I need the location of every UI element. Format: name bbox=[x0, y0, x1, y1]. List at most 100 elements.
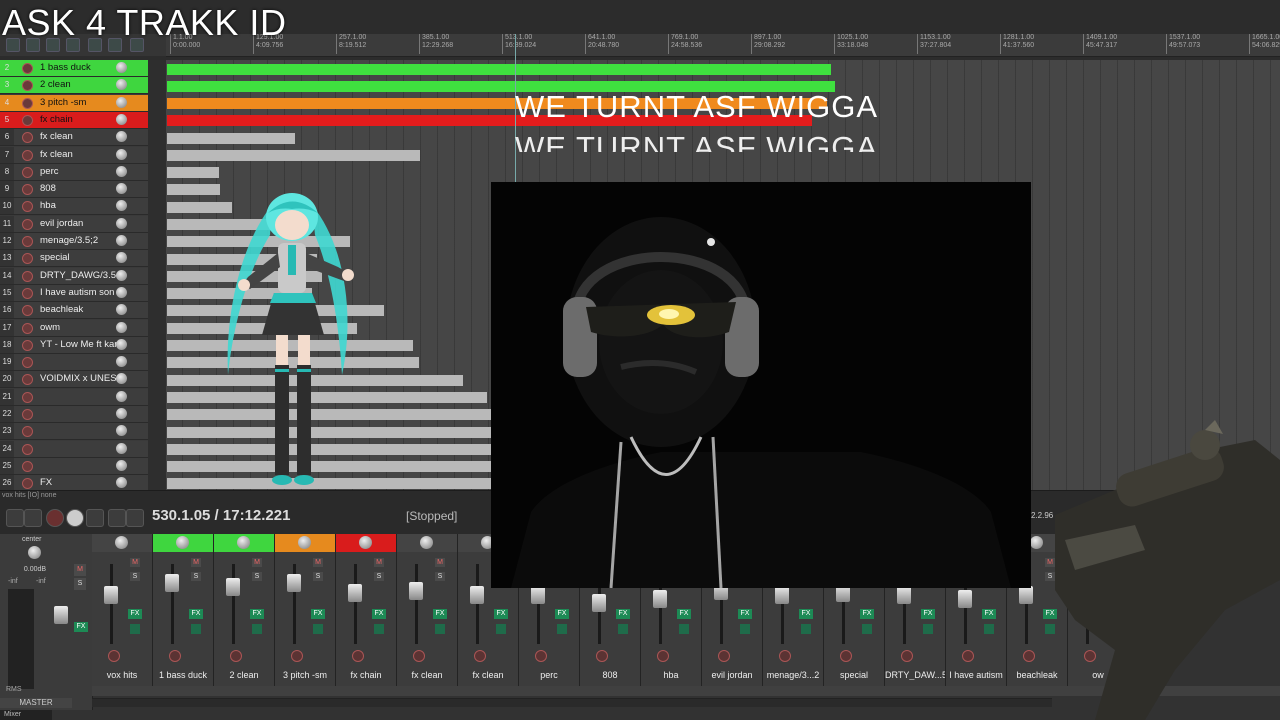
track-name[interactable]: perc bbox=[40, 164, 118, 180]
fx-bypass-icon[interactable] bbox=[923, 624, 933, 634]
record-arm-icon[interactable] bbox=[1023, 650, 1035, 662]
track-row[interactable]: 18 YT - Low Me ft kar bbox=[0, 336, 148, 354]
track-row[interactable]: 21 bbox=[0, 388, 148, 406]
pan-knob[interactable] bbox=[1030, 536, 1043, 549]
solo-button[interactable]: S bbox=[1045, 572, 1055, 581]
track-name[interactable]: owm bbox=[40, 320, 118, 336]
track-volume-knob[interactable] bbox=[116, 183, 127, 195]
record-arm-icon[interactable] bbox=[22, 391, 33, 403]
volume-fader[interactable] bbox=[958, 590, 972, 608]
volume-fader[interactable] bbox=[104, 586, 118, 604]
track-name[interactable] bbox=[40, 354, 118, 370]
track-volume-knob[interactable] bbox=[116, 390, 127, 402]
track-name[interactable]: I have autism son bbox=[40, 285, 118, 301]
track-name[interactable] bbox=[40, 406, 118, 422]
fx-bypass-icon[interactable] bbox=[496, 624, 506, 634]
volume-fader[interactable] bbox=[287, 574, 301, 592]
record-arm-icon[interactable] bbox=[779, 650, 791, 662]
volume-fader[interactable] bbox=[226, 578, 240, 596]
track-row[interactable]: 17 owm bbox=[0, 319, 148, 337]
track-name[interactable]: FX bbox=[40, 475, 118, 491]
record-arm-icon[interactable] bbox=[22, 409, 33, 420]
volume-fader[interactable] bbox=[165, 574, 179, 592]
record-arm-icon[interactable] bbox=[718, 650, 730, 662]
mixer-scrollbar[interactable] bbox=[92, 698, 1052, 707]
track-volume-knob[interactable] bbox=[116, 148, 127, 160]
track-row[interactable]: 3 2 clean bbox=[0, 77, 148, 95]
record-arm-icon[interactable] bbox=[22, 166, 33, 178]
track-volume-knob[interactable] bbox=[116, 286, 127, 298]
volume-fader[interactable] bbox=[348, 584, 362, 602]
repeat-button[interactable] bbox=[86, 509, 104, 527]
track-volume-knob[interactable] bbox=[116, 165, 127, 177]
track-volume-knob[interactable] bbox=[116, 79, 127, 91]
mute-button[interactable]: M bbox=[1045, 558, 1055, 567]
fx-button[interactable]: FX bbox=[250, 609, 264, 619]
track-volume-knob[interactable] bbox=[116, 304, 127, 316]
track-row[interactable]: 11 evil jordan bbox=[0, 215, 148, 233]
track-volume-knob[interactable] bbox=[116, 321, 127, 333]
fx-button[interactable]: FX bbox=[494, 609, 508, 619]
fx-button[interactable]: FX bbox=[311, 609, 325, 619]
track-volume-knob[interactable] bbox=[116, 338, 127, 350]
mute-button[interactable]: M bbox=[374, 558, 384, 567]
fx-button[interactable]: FX bbox=[372, 609, 386, 619]
volume-fader[interactable] bbox=[1019, 586, 1033, 604]
record-button[interactable] bbox=[46, 509, 64, 527]
record-arm-icon[interactable] bbox=[474, 650, 486, 662]
volume-fader[interactable] bbox=[775, 586, 789, 604]
media-item-bass-duck[interactable] bbox=[167, 64, 831, 75]
fx-bypass-icon[interactable] bbox=[313, 624, 323, 634]
track-row[interactable]: 2 1 bass duck bbox=[0, 60, 148, 77]
track-volume-knob[interactable] bbox=[116, 477, 127, 489]
volume-fader[interactable] bbox=[409, 582, 423, 600]
track-volume-knob[interactable] bbox=[116, 217, 127, 229]
record-arm-icon[interactable] bbox=[22, 218, 33, 230]
pause-button[interactable] bbox=[126, 509, 144, 527]
solo-button[interactable]: S bbox=[252, 572, 262, 581]
track-volume-knob[interactable] bbox=[116, 356, 127, 368]
record-arm-icon[interactable] bbox=[22, 132, 33, 144]
track-volume-knob[interactable] bbox=[116, 96, 127, 108]
record-arm-icon[interactable] bbox=[657, 650, 669, 662]
pan-knob[interactable] bbox=[237, 536, 250, 549]
track-name[interactable]: menage/3.5;2 bbox=[40, 233, 118, 249]
solo-button[interactable]: S bbox=[313, 572, 323, 581]
master-fx-button[interactable]: FX bbox=[74, 622, 88, 632]
track-volume-knob[interactable] bbox=[116, 131, 127, 143]
track-row[interactable]: 19 bbox=[0, 354, 148, 372]
fx-bypass-icon[interactable] bbox=[1045, 624, 1055, 634]
pan-knob[interactable] bbox=[420, 536, 433, 549]
mixer-tab[interactable]: Mixer bbox=[0, 710, 52, 720]
volume-fader[interactable] bbox=[531, 586, 545, 604]
record-arm-icon[interactable] bbox=[22, 201, 33, 213]
track-name[interactable] bbox=[40, 423, 118, 439]
track-name[interactable]: fx clean bbox=[40, 147, 118, 163]
track-row[interactable]: 4 3 pitch -sm bbox=[0, 94, 148, 112]
fx-bypass-icon[interactable] bbox=[130, 624, 140, 634]
track-name[interactable]: special bbox=[40, 250, 118, 266]
track-volume-knob[interactable] bbox=[116, 373, 127, 385]
record-arm-icon[interactable] bbox=[535, 650, 547, 662]
fx-bypass-icon[interactable] bbox=[557, 624, 567, 634]
fx-bypass-icon[interactable] bbox=[191, 624, 201, 634]
volume-fader[interactable] bbox=[592, 594, 606, 612]
fx-button[interactable]: FX bbox=[433, 609, 447, 619]
track-name[interactable]: evil jordan bbox=[40, 216, 118, 232]
fx-bypass-icon[interactable] bbox=[801, 624, 811, 634]
pan-knob[interactable] bbox=[115, 536, 128, 549]
fx-button[interactable]: FX bbox=[738, 609, 752, 619]
track-row[interactable]: 8 perc bbox=[0, 163, 148, 181]
mute-button[interactable]: M bbox=[435, 558, 445, 567]
track-name[interactable] bbox=[40, 458, 118, 474]
record-arm-icon[interactable] bbox=[840, 650, 852, 662]
volume-fader[interactable] bbox=[470, 586, 484, 604]
record-arm-icon[interactable] bbox=[901, 650, 913, 662]
timeline-ruler[interactable]: 1.1.00 0:00.000 129.1.00 4:09.756 257.1.00 8:… bbox=[166, 34, 1280, 57]
record-arm-icon[interactable] bbox=[291, 650, 303, 662]
record-arm-icon[interactable] bbox=[596, 650, 608, 662]
track-name[interactable]: YT - Low Me ft kar bbox=[40, 337, 118, 353]
fx-button[interactable]: FX bbox=[555, 609, 569, 619]
track-volume-knob[interactable] bbox=[116, 235, 127, 246]
media-item[interactable] bbox=[167, 150, 420, 161]
